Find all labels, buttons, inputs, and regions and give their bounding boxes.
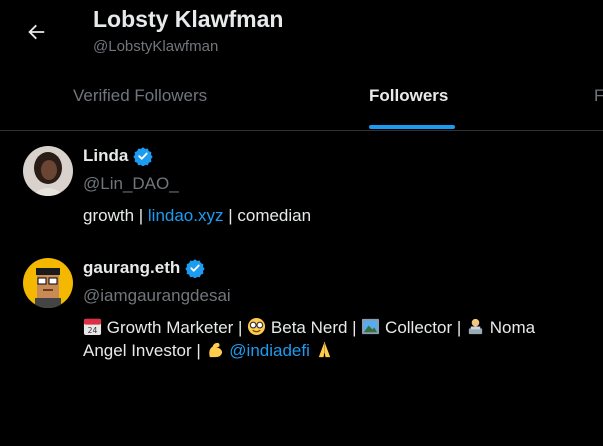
technologist-emoji-icon (468, 318, 483, 335)
user-name[interactable]: Linda (83, 146, 128, 166)
tab-bar: Verified Followers Followers F (0, 66, 603, 131)
bio-text: | comedian (223, 206, 312, 225)
profile-name: Lobsty Klawfman (93, 6, 284, 32)
user-name-row: Linda (83, 146, 154, 166)
bio-text (310, 341, 315, 360)
user-name-row: gaurang.eth (83, 258, 205, 278)
nerd-face-emoji-icon (248, 317, 266, 336)
calendar-emoji-icon: 24 (83, 318, 102, 335)
avatar[interactable] (23, 258, 73, 308)
avatar[interactable] (23, 146, 73, 196)
tab-verified-followers[interactable]: Verified Followers (73, 86, 207, 106)
tab-following[interactable]: F (594, 86, 603, 106)
active-tab-indicator (369, 125, 455, 129)
framed-picture-emoji-icon (362, 318, 380, 335)
bio-text: Collector | (380, 318, 466, 337)
user-handle: @iamgaurangdesai (83, 286, 231, 305)
list-item[interactable]: gaurang.eth @iamgaurangdesai 24 Growth M… (0, 258, 603, 370)
bio-text: Growth Marketer | (102, 318, 248, 337)
verified-badge-icon (185, 259, 205, 278)
profile-header: Lobsty Klawfman @LobstyKlawfman (0, 0, 603, 66)
svg-text:24: 24 (88, 326, 98, 335)
bio-text: Beta Nerd | (266, 318, 362, 337)
user-handle: @Lin_DAO_ (83, 174, 179, 193)
profile-handle: @LobstyKlawfman (93, 38, 219, 55)
user-name[interactable]: gaurang.eth (83, 258, 180, 278)
bio-line: 24 Growth Marketer | Beta Nerd | Collect… (83, 316, 535, 339)
bio-link[interactable]: lindao.xyz (148, 206, 224, 225)
bio-text: Angel Investor | (83, 341, 206, 360)
flexed-biceps-emoji-icon (208, 342, 222, 358)
list-item[interactable]: Linda @Lin_DAO_ growth | lindao.xyz | co… (0, 146, 603, 236)
folded-hands-emoji-icon (318, 341, 330, 358)
verified-badge-icon (133, 147, 154, 166)
bio-text: Noma (485, 318, 536, 337)
tab-followers[interactable]: Followers (369, 86, 448, 106)
bio-line: Angel Investor | @indiadefi (83, 339, 535, 362)
bio-text: growth | (83, 206, 148, 225)
user-bio: 24 Growth Marketer | Beta Nerd | Collect… (83, 316, 535, 362)
back-arrow-icon[interactable] (20, 16, 52, 48)
bio-mention-link[interactable]: @indiadefi (229, 341, 310, 360)
user-bio: growth | lindao.xyz | comedian (83, 204, 311, 227)
